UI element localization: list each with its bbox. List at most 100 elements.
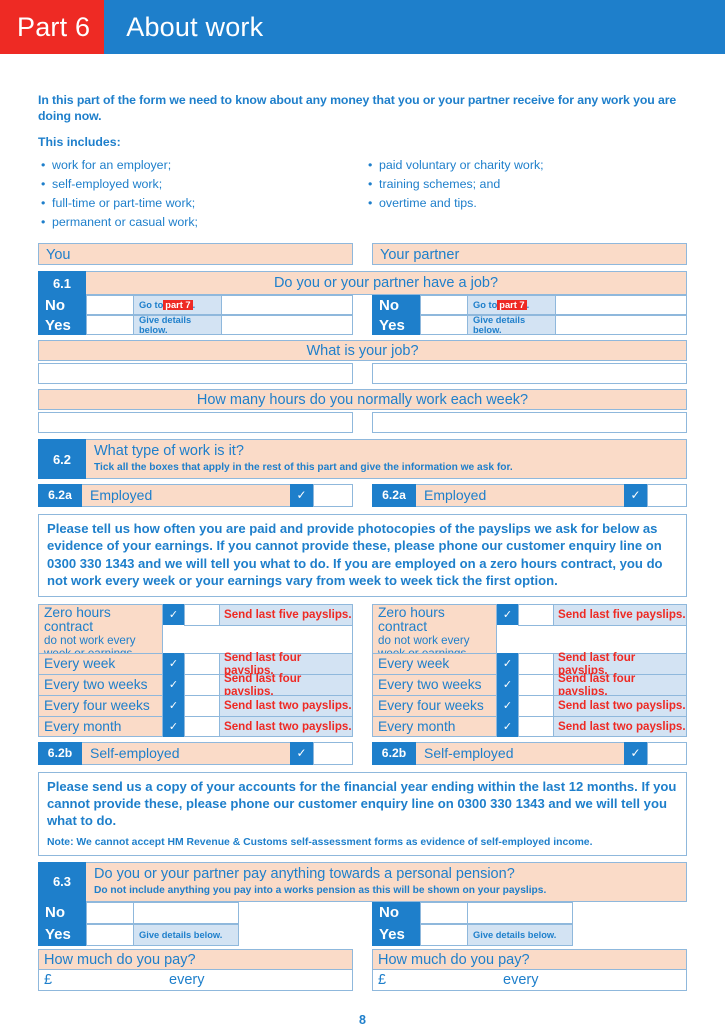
job-input-partner[interactable]: [372, 363, 687, 385]
checkbox-frequency-you[interactable]: [184, 652, 220, 674]
pension-yes-end-you: [239, 923, 353, 946]
answer-blank-yes-partner[interactable]: [556, 315, 687, 336]
question-number-6-3: 6.3: [38, 862, 86, 902]
employed-instruction-text: Please tell us how often you are paid an…: [47, 520, 663, 589]
checkbox-pension-yes-partner[interactable]: [420, 923, 468, 946]
check-icon: ✓: [163, 652, 184, 674]
job-input-you[interactable]: [38, 363, 353, 385]
hours-input-you[interactable]: [38, 412, 353, 434]
pension-no-blank-partner[interactable]: [468, 901, 573, 924]
column-gap: [353, 412, 372, 433]
note-suffix: .: [526, 300, 530, 311]
row-zero-hours: Zero hours contract do not work every we…: [38, 603, 353, 673]
answer-row-yes: Yes Give details below.: [372, 315, 687, 336]
question-6-1-header: 6.1 Do you or your partner have a job?: [38, 270, 687, 296]
checkbox-yes-you[interactable]: [86, 315, 134, 336]
check-icon: ✓: [497, 694, 518, 716]
checkbox-self-employed-partner[interactable]: [647, 741, 687, 765]
page-header: Part 6 About work: [0, 0, 725, 54]
answer-blank-yes-you[interactable]: [222, 315, 353, 336]
label-frequency: Every four weeks: [372, 694, 497, 716]
answer-blank-no-you[interactable]: [222, 295, 353, 316]
payslip-frequency-partner: Zero hours contract do not work every we…: [372, 603, 687, 737]
row-6-2a-you: 6.2a Employed ✓: [38, 483, 353, 507]
how-much-input-row-partner[interactable]: £ every: [372, 969, 687, 991]
note-give-details: Give details below.: [468, 315, 556, 336]
note-send-payslips: Send last four payslips.: [554, 672, 687, 698]
label-yes: Yes: [38, 923, 86, 946]
question-how-much: How much do you pay?: [372, 948, 687, 970]
how-much-input-row-you[interactable]: £ every: [38, 969, 353, 991]
self-employed-note: Note: We cannot accept HM Revenue & Cust…: [47, 836, 593, 848]
check-icon: ✓: [497, 715, 518, 737]
zero-hours-line-2: do not work every: [378, 633, 470, 647]
list-item: • paid voluntary or charity work;: [365, 156, 687, 175]
zero-hours-line-1: Zero hours contract: [378, 604, 445, 634]
checkbox-frequency-you[interactable]: [184, 694, 220, 716]
checkbox-zero-hours-partner[interactable]: [518, 603, 554, 625]
question-6-3-text-wrap: Do you or your partner pay anything towa…: [86, 862, 687, 902]
part-label: Part 6: [0, 0, 105, 54]
checkbox-yes-partner[interactable]: [420, 315, 468, 336]
intro-paragraph: In this part of the form we need to know…: [38, 93, 677, 124]
how-much-you: How much do you pay? £ every: [38, 948, 353, 991]
row-6-2a: 6.2a Employed ✓ 6.2a Employed ✓: [38, 483, 687, 507]
checkbox-frequency-partner[interactable]: [518, 715, 554, 737]
label-frequency: Every week: [38, 652, 163, 674]
question-number-6-2b: 6.2b: [372, 741, 416, 765]
answers-partner: No Go to part 7. Yes Give details below.: [372, 295, 687, 336]
checkbox-self-employed-you[interactable]: [313, 741, 353, 765]
check-icon: ✓: [290, 483, 313, 507]
list-item-label: full-time or part-time work;: [52, 196, 196, 211]
pension-no-end-you: [239, 901, 353, 924]
label-yes: Yes: [372, 315, 420, 336]
zero-hours-blank-you[interactable]: [184, 624, 353, 653]
note-send-payslips: Send last two payslips.: [220, 715, 353, 737]
label-yes: Yes: [372, 923, 420, 946]
pension-yes-end-partner: [573, 923, 687, 946]
pension-no-blank-you[interactable]: [134, 901, 239, 924]
checkbox-employed-you[interactable]: [313, 483, 353, 507]
checkbox-zero-hours-you[interactable]: [184, 603, 220, 625]
checkbox-no-partner[interactable]: [420, 295, 468, 316]
column-header-partner: Your partner: [372, 242, 687, 265]
answer-blank-no-partner[interactable]: [556, 295, 687, 316]
column-gap: [353, 363, 372, 384]
list-item: • self-employed work;: [38, 175, 360, 194]
list-item-label: permanent or casual work;: [52, 214, 199, 229]
zero-hours-blank-partner[interactable]: [518, 624, 687, 653]
note-send-payslips: Send last two payslips.: [554, 694, 687, 716]
label-no: No: [372, 295, 420, 316]
checkbox-frequency-you[interactable]: [184, 715, 220, 737]
checkbox-frequency-partner[interactable]: [518, 652, 554, 674]
question-what-is-your-job: What is your job?: [38, 340, 687, 362]
column-gap: [353, 243, 372, 265]
bullet-dot-icon: •: [41, 196, 46, 211]
label-no: No: [372, 901, 420, 924]
label-no: No: [38, 901, 86, 924]
checkbox-frequency-you[interactable]: [184, 673, 220, 695]
label-self-employed: Self-employed: [416, 741, 624, 765]
answers-you: No Go to part 7. Yes Give details below.: [38, 295, 353, 336]
how-much-partner: How much do you pay? £ every: [372, 948, 687, 991]
question-number-6-2a: 6.2a: [38, 483, 82, 507]
checkbox-employed-partner[interactable]: [647, 483, 687, 507]
list-item-label: overtime and tips.: [379, 196, 477, 211]
question-how-much: How much do you pay?: [38, 948, 353, 970]
row-frequency: Every week ✓ Send last four payslips.: [372, 651, 687, 677]
note-send-payslips: Send last five payslips.: [554, 603, 687, 625]
bullet-dot-icon: •: [41, 158, 46, 173]
checkbox-pension-no-you[interactable]: [86, 901, 134, 924]
row-6-2b-partner: 6.2b Self-employed ✓: [372, 741, 687, 765]
question-6-3-subtext: Do not include anything you pay into a w…: [94, 884, 547, 896]
zero-hours-top-row: ✓ Send last five payslips.: [497, 603, 687, 625]
checkbox-pension-yes-you[interactable]: [86, 923, 134, 946]
checkbox-frequency-partner[interactable]: [518, 673, 554, 695]
check-icon: ✓: [290, 741, 313, 765]
checkbox-frequency-partner[interactable]: [518, 694, 554, 716]
checkbox-no-you[interactable]: [86, 295, 134, 316]
bullet-dot-icon: •: [368, 196, 373, 211]
checkbox-pension-no-partner[interactable]: [420, 901, 468, 924]
check-icon: ✓: [624, 741, 647, 765]
hours-input-partner[interactable]: [372, 412, 687, 434]
